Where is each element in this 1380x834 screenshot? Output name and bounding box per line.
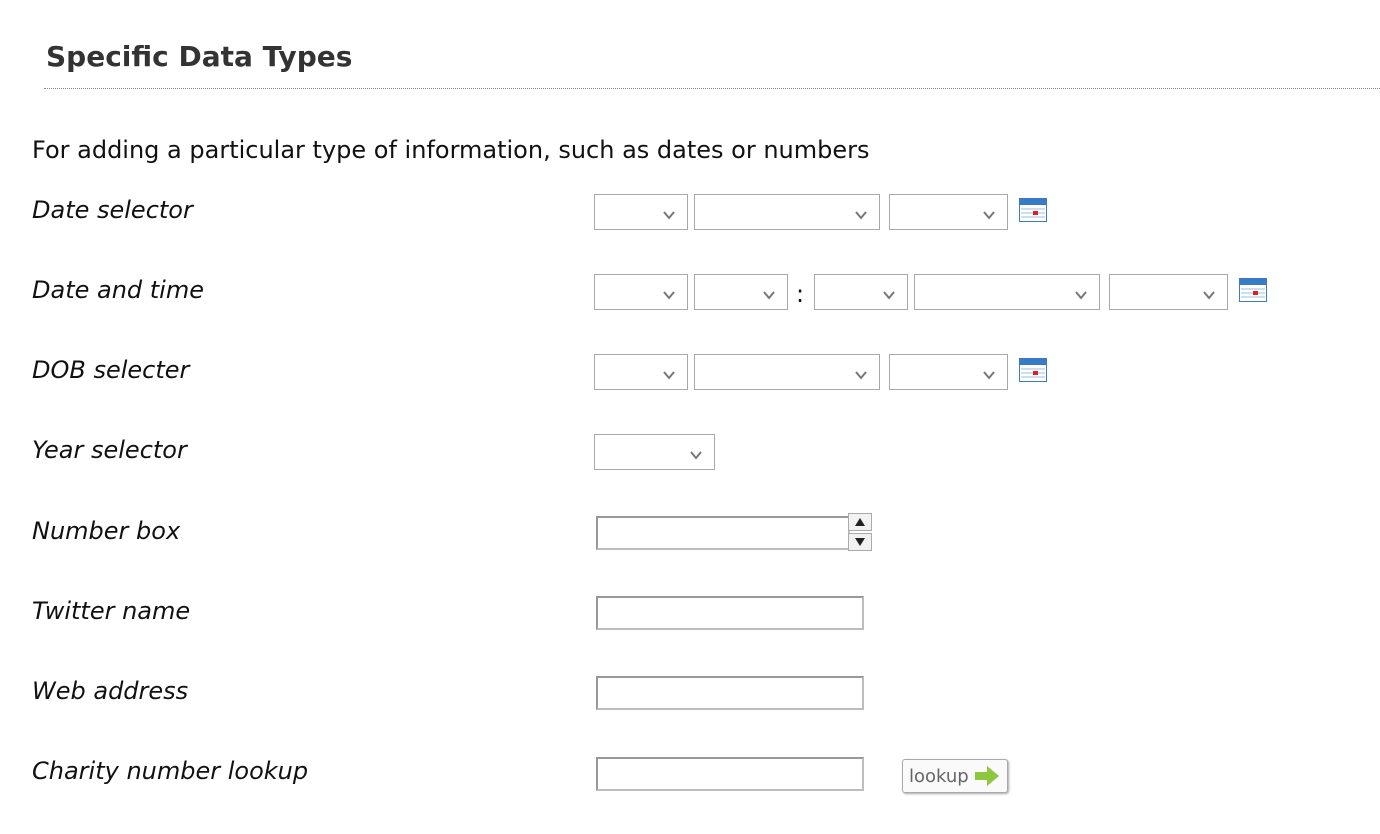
lookup-button[interactable]: lookup	[902, 759, 1008, 793]
dob-day-select[interactable]	[594, 354, 688, 390]
date-and-time-year-select[interactable]	[1109, 274, 1228, 310]
arrow-down-icon[interactable]	[848, 533, 872, 551]
title-divider	[44, 88, 1380, 89]
chevron-down-icon	[690, 449, 702, 461]
lookup-button-label: lookup	[909, 766, 969, 787]
section-intro: For adding a particular type of informat…	[32, 136, 870, 164]
web-address-label: Web address	[32, 677, 189, 705]
chevron-down-icon	[663, 209, 675, 221]
dob-selecter-label: DOB selecter	[32, 356, 190, 384]
chevron-down-icon	[663, 369, 675, 381]
time-minute-select[interactable]	[694, 274, 788, 310]
chevron-down-icon	[1075, 289, 1087, 301]
date-and-time-day-select[interactable]	[814, 274, 908, 310]
page-title: Specific Data Types	[46, 40, 353, 73]
chevron-down-icon	[983, 369, 995, 381]
date-selector-day-select[interactable]	[594, 194, 688, 230]
chevron-down-icon	[855, 209, 867, 221]
twitter-name-label: Twitter name	[32, 597, 191, 625]
date-and-time-label: Date and time	[32, 276, 204, 304]
chevron-down-icon	[855, 369, 867, 381]
chevron-down-icon	[883, 289, 895, 301]
charity-number-input[interactable]	[596, 757, 864, 791]
dob-year-select[interactable]	[889, 354, 1008, 390]
twitter-name-input[interactable]	[596, 596, 864, 630]
year-selector-select[interactable]	[594, 434, 715, 470]
date-selector-month-select[interactable]	[694, 194, 880, 230]
number-box-input[interactable]	[596, 516, 850, 550]
calendar-icon[interactable]	[1019, 198, 1047, 222]
web-address-input[interactable]	[596, 676, 864, 710]
date-selector-label: Date selector	[32, 196, 193, 224]
arrow-up-icon[interactable]	[848, 513, 872, 531]
calendar-icon[interactable]	[1239, 278, 1267, 302]
date-and-time-month-select[interactable]	[914, 274, 1100, 310]
calendar-icon[interactable]	[1019, 358, 1047, 382]
number-stepper[interactable]	[848, 513, 874, 553]
dob-month-select[interactable]	[694, 354, 880, 390]
time-separator: :	[796, 280, 805, 308]
charity-number-lookup-label: Charity number lookup	[32, 757, 309, 785]
chevron-down-icon	[983, 209, 995, 221]
date-selector-year-select[interactable]	[889, 194, 1008, 230]
time-hour-select[interactable]	[594, 274, 688, 310]
chevron-down-icon	[763, 289, 775, 301]
arrow-right-icon	[973, 764, 1001, 788]
number-box-label: Number box	[32, 517, 181, 545]
year-selector-label: Year selector	[32, 436, 187, 464]
chevron-down-icon	[663, 289, 675, 301]
chevron-down-icon	[1203, 289, 1215, 301]
